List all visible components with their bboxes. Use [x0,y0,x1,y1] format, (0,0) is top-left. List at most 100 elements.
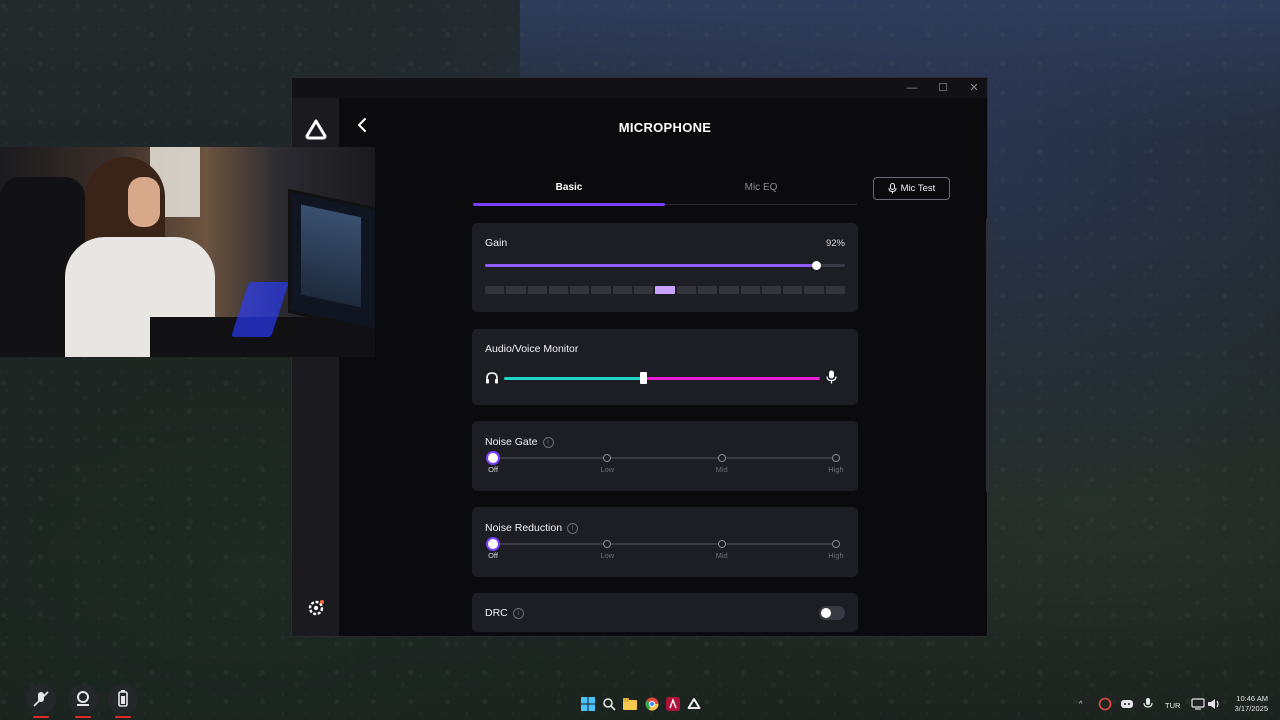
meter-segment [591,286,611,294]
step-option-high[interactable] [832,540,840,548]
drc-title-row: DRC i [485,607,524,619]
monitor-slider-right-fill [643,377,820,380]
chrome-icon[interactable] [645,697,659,711]
meter-segment [506,286,526,294]
step-option-off[interactable] [488,539,498,549]
info-icon[interactable]: i [512,608,524,619]
gain-value: 92% [825,238,845,249]
maximize-button[interactable]: ☐ [935,80,951,96]
step-label-low: Low [600,551,615,560]
webcam-monitor [288,188,375,334]
step-option-high[interactable] [832,454,840,462]
keyboard-language[interactable]: TUR [1165,701,1180,710]
tray-overflow-chevron-icon[interactable]: ^ [1079,699,1083,708]
info-icon[interactable]: i [542,437,554,448]
meter-segment [634,286,654,294]
clock-date[interactable]: 3/17/2025 [1231,704,1268,713]
volume-icon[interactable] [1207,697,1221,711]
step-label-high: High [828,551,844,560]
gain-title: Gain [485,237,508,249]
step-label-high: High [828,465,844,474]
meter-segment [527,286,547,294]
battery-overlay-icon[interactable] [108,684,138,718]
meter-segment [783,286,803,294]
drc-toggle[interactable] [819,606,845,620]
headphones-icon [486,372,498,384]
step-label-mid: Mid [715,551,728,560]
input-level-meter [485,286,846,294]
search-icon[interactable] [602,697,616,711]
step-option-mid[interactable] [717,454,726,462]
gain-card: Gain 92% [472,223,858,312]
active-tab-indicator [473,203,665,206]
tray-app-icon[interactable] [1098,697,1112,711]
monitor-balance-slider[interactable] [504,372,820,384]
gain-slider-thumb[interactable] [811,260,821,270]
tab-bar: Basic Mic EQ [473,178,857,206]
close-button[interactable]: ✕ [966,80,982,96]
noise-gate-slider[interactable]: Off Low Mid High [488,453,844,474]
tab-basic[interactable]: Basic [473,178,665,204]
tray-microphone-icon[interactable] [1141,697,1155,711]
monitor-title: Audio/Voice Monitor [485,343,579,355]
webcam-overlay [0,147,375,357]
meter-segment [612,286,633,294]
gain-slider[interactable] [485,260,845,270]
noise-reduction-title-row: Noise Reduction i [485,522,579,534]
meter-segment [804,286,824,294]
noise-reduction-card: Noise Reduction i Off Low Mid High [472,507,858,577]
file-explorer-icon[interactable] [623,697,637,711]
clock-time[interactable]: 10:46 AM [1234,694,1268,703]
headset-overlay-icon[interactable] [68,684,98,718]
meter-segment [655,286,675,294]
settings-gear-icon[interactable] [306,598,326,618]
meter-segment [719,286,739,294]
microphone-icon [826,370,837,384]
back-arrow-icon[interactable] [354,116,372,134]
monitor-slider-left-fill [504,377,644,380]
windows-start-icon[interactable] [581,697,595,711]
drc-title: DRC [485,607,508,619]
step-option-low[interactable] [603,454,612,462]
step-label-low: Low [600,465,615,474]
noise-gate-card: Noise Gate i Off Low Mid High [472,421,858,491]
meter-segment [570,286,590,294]
info-icon[interactable]: i [567,523,579,534]
app-logo-icon[interactable] [304,118,328,142]
meter-segment [485,286,505,294]
step-option-low[interactable] [603,540,612,548]
discord-icon[interactable] [1120,697,1134,711]
minimize-button[interactable]: — [904,80,920,96]
scrollbar[interactable] [986,218,989,492]
monitor-slider-thumb[interactable] [639,372,647,384]
app-window: — ☐ ✕ MICROPHONE Basic Mic EQ Mic Test G… [291,77,989,637]
app-red-icon[interactable] [666,697,680,711]
step-option-mid[interactable] [717,540,726,548]
webcam-person-face [128,177,160,227]
monitor-card: Audio/Voice Monitor [472,329,858,405]
tab-mic-eq[interactable]: Mic EQ [665,178,857,204]
noise-gate-title-row: Noise Gate i [485,436,554,448]
microphone-icon [888,183,897,194]
meter-segment [697,286,718,294]
title-bar: — ☐ ✕ [292,78,987,98]
mic-test-button[interactable]: Mic Test [873,177,950,200]
drc-toggle-knob [821,608,831,618]
network-icon[interactable] [1191,697,1205,711]
meter-segment [761,286,782,294]
meter-segment [548,286,569,294]
noise-reduction-title: Noise Reduction [485,522,563,534]
app-logo-taskbar-icon[interactable] [687,697,701,711]
step-option-off[interactable] [488,453,498,463]
page-title: MICROPHONE [618,120,712,135]
drc-card: DRC i [472,593,858,632]
noise-reduction-slider[interactable]: Off Low Mid High [488,539,844,560]
mic-test-label: Mic Test [900,183,936,194]
noise-gate-title: Noise Gate [485,436,538,448]
muted-mic-overlay-icon[interactable] [26,684,56,718]
step-label-mid: Mid [715,465,728,474]
step-label-off: Off [488,551,498,560]
meter-segment [676,286,696,294]
meter-segment [740,286,760,294]
gain-slider-fill [485,264,817,267]
